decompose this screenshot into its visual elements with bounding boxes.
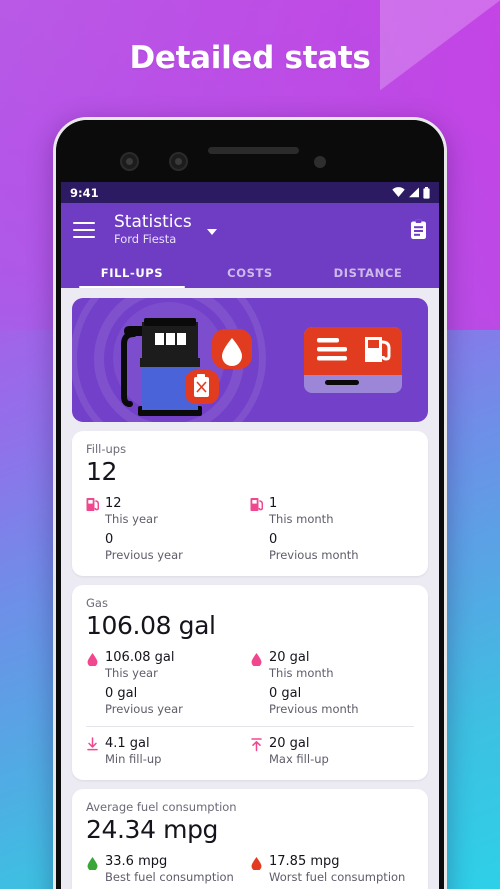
- stats-grid: 33.6 mpg Best fuel consumption 17.85 mpg: [86, 854, 414, 885]
- tab-costs[interactable]: COSTS: [191, 257, 309, 288]
- stat-value: 20 gal: [269, 650, 310, 665]
- scroll-content: Fill-ups 12 12 This year 0 Previous year…: [61, 288, 439, 889]
- app-bar-titles: Statistics Ford Fiesta: [114, 212, 192, 247]
- stat-this-year: 12: [86, 496, 250, 512]
- page-title: Statistics: [114, 212, 192, 232]
- stat-worst-consumption: 17.85 mpg Worst fuel consumption: [250, 854, 414, 885]
- stat-caption: This year: [105, 512, 158, 526]
- stat-this-year: 106.08 gal: [86, 650, 250, 666]
- fuel-pump-icon: [86, 498, 99, 511]
- stat-this-month: 20 gal: [250, 650, 414, 666]
- stat-caption: Previous month: [269, 548, 359, 562]
- stat-caption: Worst fuel consumption: [269, 870, 406, 884]
- stat-value: 0 gal: [105, 686, 138, 701]
- stat-value: 1: [269, 496, 278, 511]
- minmax-grid: 4.1 gal Min fill-up 20 gal Max fill-up: [86, 736, 414, 767]
- stat-value: 0: [269, 532, 278, 547]
- stat-best-consumption: 33.6 mpg Best fuel consumption: [86, 854, 250, 885]
- card-label: Fill-ups: [86, 442, 127, 456]
- stat-value: 33.6 mpg: [105, 854, 168, 869]
- stat-caption: Previous year: [105, 702, 183, 716]
- proximity-sensor-icon: [314, 156, 326, 168]
- battery-icon: [423, 186, 430, 199]
- stat-caption: This year: [105, 666, 158, 680]
- arrow-up-to-line-icon: [251, 738, 262, 752]
- fuel-drop-icon: [251, 653, 262, 666]
- power-button[interactable]: [444, 595, 447, 687]
- average-fuel-consumption-card[interactable]: Average fuel consumption 24.34 mpg 33.6 …: [72, 789, 428, 889]
- chevron-down-icon[interactable]: [206, 228, 217, 235]
- stat-caption: Previous year: [105, 548, 183, 562]
- fuel-drop-icon: [87, 857, 98, 870]
- stat-value: 12: [105, 496, 122, 511]
- stat-caption: Max fill-up: [269, 752, 329, 766]
- front-camera-secondary-icon: [169, 152, 188, 171]
- tab-fill-ups[interactable]: FILL-UPS: [73, 257, 191, 288]
- front-camera-icon: [120, 152, 139, 171]
- cellular-icon: [409, 187, 419, 198]
- volume-button[interactable]: [444, 465, 447, 527]
- stat-value: 106.08 gal: [105, 650, 175, 665]
- promo-headline: Detailed stats: [129, 40, 371, 76]
- stat-value: 4.1 gal: [105, 736, 150, 751]
- clipboard-icon[interactable]: [410, 219, 427, 240]
- wifi-icon: [392, 187, 405, 197]
- stats-column-right: 20 gal This month 0 gal Previous month: [250, 650, 414, 717]
- stats-column-left: 12 This year 0 Previous year: [86, 496, 250, 563]
- hamburger-menu-icon[interactable]: [73, 221, 95, 238]
- gas-pump-illustration: [121, 318, 402, 416]
- stat-value: 0: [105, 532, 114, 547]
- stat-caption: This month: [269, 512, 334, 526]
- stats-grid: 106.08 gal This year 0 gal Previous year: [86, 650, 414, 717]
- fuel-pump-icon: [250, 498, 263, 511]
- phone-top-hardware: [56, 120, 444, 182]
- fuel-drop-icon: [87, 653, 98, 666]
- fuel-drop-icon: [251, 857, 262, 870]
- arrow-down-to-line-icon: [87, 737, 98, 751]
- stat-value: 17.85 mpg: [269, 854, 340, 869]
- stats-column-right: 1 This month 0 Previous month: [250, 496, 414, 563]
- stats-grid: 12 This year 0 Previous year 1 This mont…: [86, 496, 414, 563]
- tab-bar: FILL-UPS COSTS DISTANCE: [73, 257, 427, 288]
- tab-distance[interactable]: DISTANCE: [309, 257, 427, 288]
- stat-value: 20 gal: [269, 736, 310, 751]
- card-divider: [86, 726, 414, 727]
- card-value: 12: [86, 457, 118, 486]
- card-label: Average fuel consumption: [86, 800, 237, 814]
- stat-this-month: 1: [250, 496, 414, 512]
- status-bar: 9:41: [61, 182, 439, 203]
- stat-min-fill-up: 4.1 gal Min fill-up: [86, 736, 250, 767]
- fill-ups-card[interactable]: Fill-ups 12 12 This year 0 Previous year…: [72, 431, 428, 576]
- app-bar: Statistics Ford Fiesta FILL-UPS COSTS DI…: [61, 203, 439, 288]
- card-value: 106.08 gal: [86, 611, 216, 640]
- stat-caption: Previous month: [269, 702, 359, 716]
- card-label: Gas: [86, 596, 108, 610]
- stats-column-left: 106.08 gal This year 0 gal Previous year: [86, 650, 250, 717]
- vehicle-name: Ford Fiesta: [114, 232, 177, 246]
- stat-caption: Min fill-up: [105, 752, 162, 766]
- gas-card[interactable]: Gas 106.08 gal 106.08 gal This year 0 ga…: [72, 585, 428, 780]
- phone-screen: 9:41 Statistics Ford Fiesta FILL-UPS COS…: [61, 182, 439, 889]
- stat-value: 0 gal: [269, 686, 302, 701]
- card-value: 24.34 mpg: [86, 815, 219, 844]
- stat-max-fill-up: 20 gal Max fill-up: [250, 736, 414, 767]
- stat-caption: This month: [269, 666, 334, 680]
- status-bar-time: 9:41: [70, 185, 99, 200]
- stat-caption: Best fuel consumption: [105, 870, 234, 884]
- phone-mockup: 9:41 Statistics Ford Fiesta FILL-UPS COS…: [53, 117, 447, 889]
- hero-banner: [72, 298, 428, 422]
- earpiece-speaker: [208, 147, 299, 154]
